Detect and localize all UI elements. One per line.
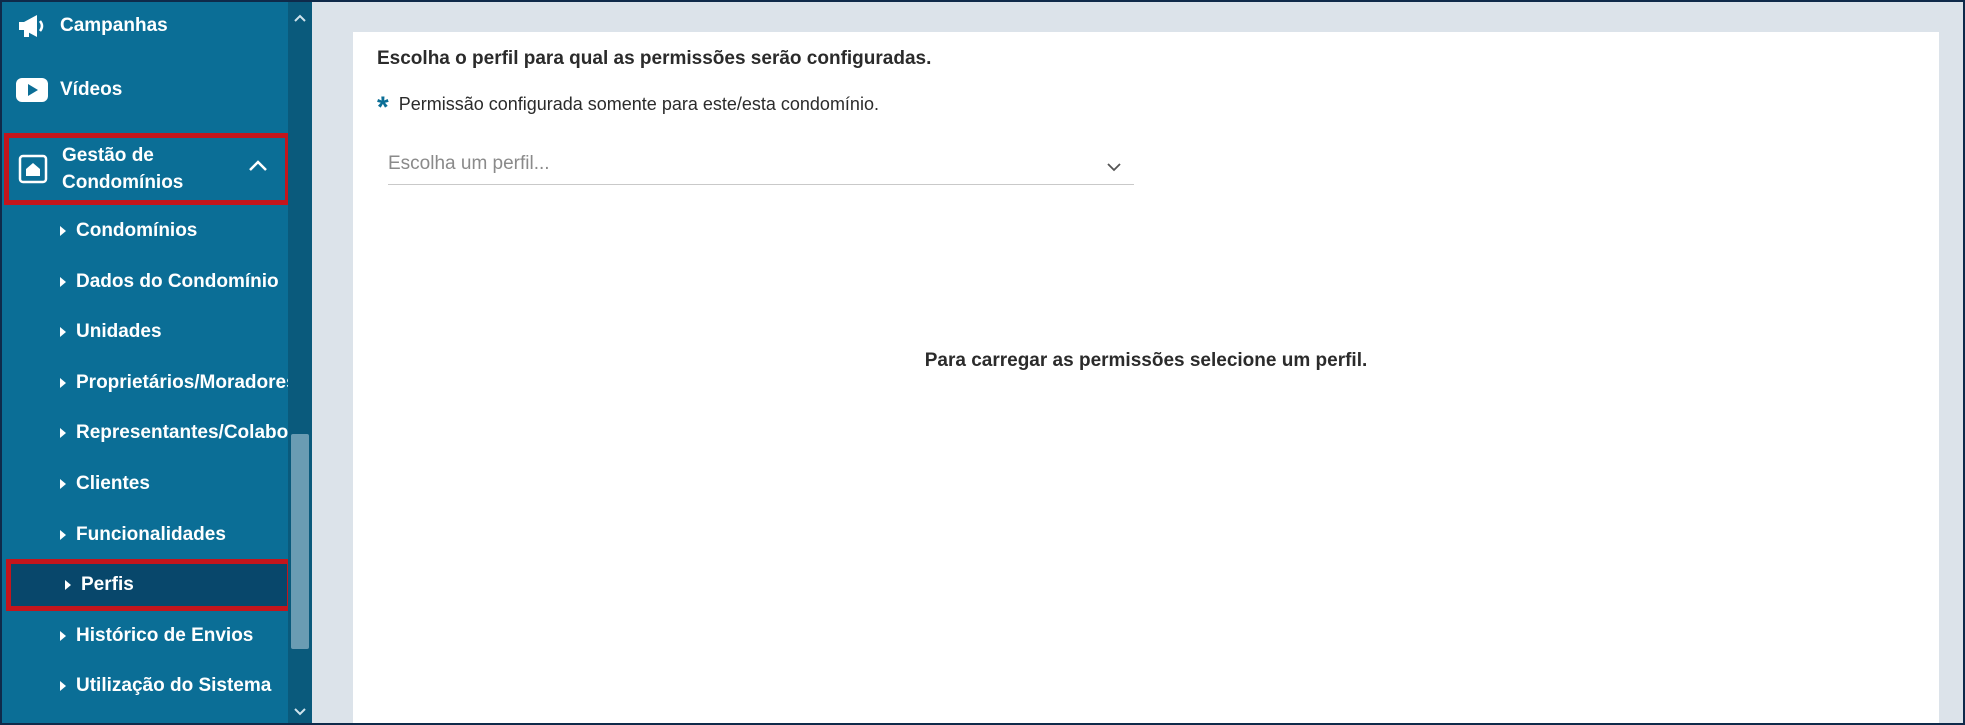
scroll-up-arrow-icon[interactable]	[292, 10, 308, 26]
caret-right-icon	[60, 226, 66, 236]
caret-right-icon	[60, 631, 66, 641]
caret-right-icon	[60, 479, 66, 489]
sidebar-subitem-label: Proprietários/Moradores	[76, 372, 288, 393]
caret-right-icon	[60, 378, 66, 388]
profile-select-placeholder: Escolha um perfil...	[388, 153, 550, 174]
sidebar-subitem-proprietarios-moradores[interactable]: Proprietários/Moradores	[2, 363, 288, 403]
caret-right-icon	[60, 681, 66, 691]
sidebar-subitem-label: Perfis	[81, 574, 134, 595]
megaphone-icon	[16, 10, 48, 42]
sidebar-subitem-unidades[interactable]: Unidades	[2, 312, 288, 352]
permission-note-text: Permissão configurada somente para este/…	[398, 93, 879, 114]
app-window: Campanhas Vídeos Gestão de Condomínios C…	[0, 0, 1965, 725]
sidebar-subitem-perfis[interactable]: Perfis	[6, 559, 292, 611]
sidebar-subitem-utilizacao-do-sistema[interactable]: Utilização do Sistema	[2, 666, 288, 706]
caret-right-icon	[65, 580, 71, 590]
sidebar-subitem-label: Representantes/Colaboradores	[76, 422, 288, 443]
profile-select[interactable]: Escolha um perfil...	[388, 147, 1134, 185]
sidebar-group-label: Gestão de Condomínios	[62, 145, 184, 193]
sidebar-subitem-label: Dados do Condomínio	[76, 271, 279, 292]
page-heading: Escolha o perfil para qual as permissões…	[377, 48, 932, 69]
sidebar-subitem-clientes[interactable]: Clientes	[2, 464, 288, 504]
sidebar-subitem-label: Funcionalidades	[76, 524, 226, 545]
sidebar-subitem-label: Unidades	[76, 321, 162, 342]
scroll-down-arrow-icon[interactable]	[292, 704, 308, 720]
sidebar-item-label: Vídeos	[60, 79, 123, 100]
sidebar-subitem-historico-de-envios[interactable]: Histórico de Envios	[2, 616, 288, 656]
sidebar: Campanhas Vídeos Gestão de Condomínios C…	[2, 2, 292, 723]
scroll-thumb[interactable]	[291, 434, 309, 649]
sidebar-subitem-funcionalidades[interactable]: Funcionalidades	[2, 515, 288, 555]
permissions-card: Escolha o perfil para qual as permissões…	[353, 32, 1939, 723]
sidebar-subitem-condominios[interactable]: Condomínios	[2, 211, 288, 251]
sidebar-subitem-label: Condomínios	[76, 220, 198, 241]
main-content: Escolha o perfil para qual as permissões…	[312, 2, 1963, 723]
sidebar-item-videos[interactable]: Vídeos	[2, 60, 288, 120]
sidebar-subitem-label: Clientes	[76, 473, 150, 494]
building-icon	[16, 152, 50, 186]
sidebar-scrollbar[interactable]	[288, 2, 312, 723]
sidebar-group-gestao-de-condominios[interactable]: Gestão de Condomínios	[4, 133, 290, 205]
chevron-down-icon	[1106, 159, 1122, 177]
sidebar-subitem-label: Utilização do Sistema	[76, 675, 272, 696]
sidebar-item-label: Campanhas	[60, 15, 168, 36]
empty-state-message: Para carregar as permissões selecione um…	[924, 350, 1368, 371]
caret-right-icon	[60, 428, 66, 438]
chevron-up-icon[interactable]	[248, 157, 268, 179]
caret-right-icon	[60, 327, 66, 337]
asterisk-icon: *	[377, 91, 389, 124]
youtube-icon	[16, 74, 48, 106]
sidebar-subitem-dados-do-condominio[interactable]: Dados do Condomínio	[2, 262, 288, 302]
caret-right-icon	[60, 530, 66, 540]
sidebar-subitem-label: Histórico de Envios	[76, 625, 254, 646]
permission-note: * Permissão configurada somente para est…	[377, 90, 879, 124]
caret-right-icon	[60, 277, 66, 287]
sidebar-item-campanhas[interactable]: Campanhas	[2, 2, 288, 56]
sidebar-subitem-representantes-colaboradores[interactable]: Representantes/Colaboradores	[2, 413, 288, 453]
